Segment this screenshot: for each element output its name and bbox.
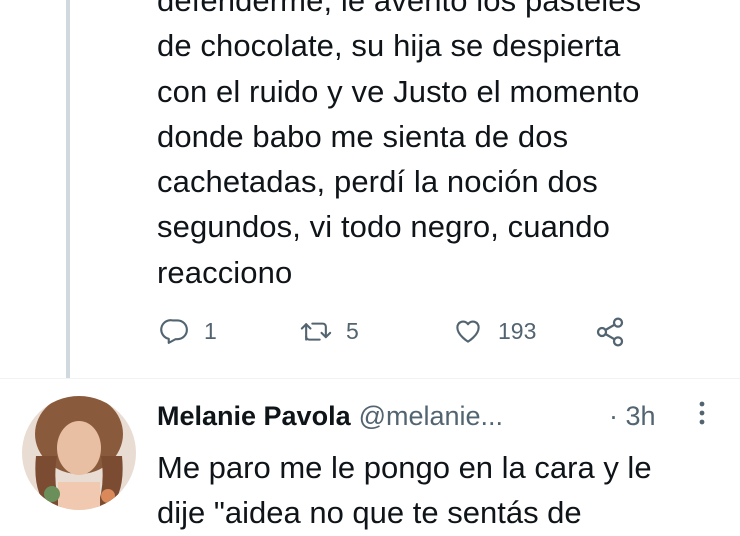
avatar[interactable] bbox=[22, 396, 136, 510]
share-icon bbox=[594, 316, 626, 348]
retweet-button[interactable]: 5 bbox=[300, 316, 359, 346]
tweet-text-line: de chocolate, su hija se despierta bbox=[157, 28, 621, 64]
tweet-text-line: reacciono bbox=[157, 254, 293, 290]
tweet-text-line: donde babo me sienta de dos bbox=[157, 118, 569, 154]
reply-text: Me paro me le pongo en la cara y le dije… bbox=[157, 445, 737, 536]
more-options-icon[interactable] bbox=[697, 398, 707, 437]
tweet-text: defenderme, le avento los pasteles de ch… bbox=[157, 0, 717, 295]
share-button[interactable] bbox=[594, 316, 626, 348]
tweet-divider bbox=[0, 378, 740, 379]
reply-text-line: Me paro me le pongo en la cara y le bbox=[157, 450, 652, 485]
reply-header: Melanie Pavola @melanie... · 3h bbox=[157, 398, 717, 434]
reply-button[interactable]: 1 bbox=[160, 316, 217, 346]
like-button[interactable]: 193 bbox=[452, 316, 536, 346]
reply-count: 1 bbox=[204, 317, 217, 344]
tweet-text-line: defenderme, le avento los pasteles bbox=[157, 0, 642, 18]
timestamp[interactable]: · 3h bbox=[609, 401, 656, 432]
user-handle[interactable]: @melanie... bbox=[359, 401, 503, 432]
tweet-text-line: cachetadas, perdí la noción dos bbox=[157, 164, 598, 200]
tweet-action-bar: 1 5 193 bbox=[0, 312, 740, 354]
tweet-text-line: segundos, vi todo negro, cuando bbox=[157, 209, 610, 245]
display-name[interactable]: Melanie Pavola bbox=[157, 401, 351, 432]
tweet-text-line: con el ruido y ve Justo el momento bbox=[157, 73, 640, 109]
retweet-count: 5 bbox=[346, 317, 359, 344]
reply-icon bbox=[160, 316, 190, 346]
like-count: 193 bbox=[498, 317, 537, 344]
heart-icon bbox=[452, 316, 484, 346]
retweet-icon bbox=[300, 316, 332, 346]
reply-text-line: dije "aidea no que te sentás de bbox=[157, 495, 582, 531]
